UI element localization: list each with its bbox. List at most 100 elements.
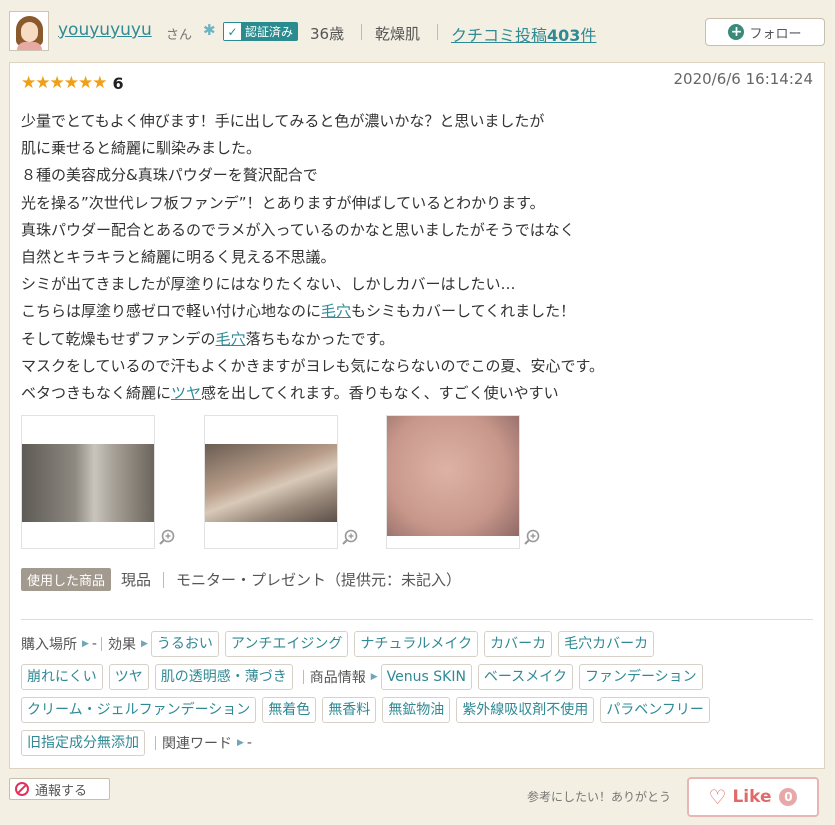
divider: [361, 24, 362, 40]
review-photo[interactable]: [386, 415, 520, 549]
text: 真珠パウダー配合とあるのでラメが入っているのかなと思いましたがそうではなく: [21, 220, 575, 239]
divider: [100, 637, 102, 651]
zoom-icon[interactable]: [341, 528, 359, 546]
review-line: 自然とキラキラと綺麗に明るく見える不思議。: [21, 244, 811, 271]
plus-icon: +: [728, 24, 745, 40]
review-count-suffix: 件: [580, 26, 597, 45]
effect-tag[interactable]: 肌の透明感・薄づき: [154, 664, 293, 690]
chevron-right-icon: ▶: [237, 738, 244, 748]
info-tag[interactable]: 無香料: [322, 697, 377, 723]
info-tag[interactable]: ファンデーション: [578, 664, 703, 690]
text: ８種の美容成分&真珠パウダーを贅沢配合で: [21, 166, 318, 185]
like-button[interactable]: ♡ Like 0: [687, 777, 819, 817]
used-product-label: 使用した商品: [21, 568, 112, 591]
star-icon: ★: [35, 73, 51, 93]
like-label: Like: [732, 787, 772, 807]
tag-row: 旧指定成分無添加 関連ワード ▶ -: [21, 730, 816, 756]
info-tag[interactable]: パラベンフリー: [600, 697, 710, 723]
keyword-link[interactable]: 毛穴: [216, 330, 246, 348]
check-icon: ✓: [224, 23, 241, 40]
star-icon: ★: [63, 73, 79, 93]
review-photo[interactable]: [204, 415, 338, 549]
effect-label: 効果: [107, 637, 136, 653]
text: シミが出てきましたが厚塗りにはなりたくない、しかしカバーはしたい…: [21, 275, 516, 294]
review-line: そして乾燥もせずファンデの毛穴落ちもなかったです。: [21, 326, 811, 353]
text: こちらは厚塗り感ゼロで軽い付け心地なのに: [21, 302, 322, 321]
snowflake-icon: ✱: [203, 21, 216, 39]
review-date: 2020/6/6 16:14:24: [673, 70, 813, 88]
honorific: さん: [166, 28, 193, 43]
product-type: 現品: [121, 571, 152, 589]
used-product: 使用した商品 現品 モニター・プレゼント（提供元：未記入）: [21, 568, 461, 591]
review-body: 少量でとてもよく伸びます！手に出してみると色が濃いかな？と思いましたが 肌に乗せ…: [21, 108, 811, 407]
username-link[interactable]: youyuyuyu: [58, 20, 152, 40]
info-tag[interactable]: ベースメイク: [477, 664, 573, 690]
product-source: モニター・プレゼント（提供元：未記入）: [176, 571, 462, 589]
star-icon: ★: [92, 73, 108, 93]
rating-number: 6: [112, 73, 124, 93]
info-tag[interactable]: 紫外線吸収剤不使用: [456, 697, 595, 723]
review-line: ベタつきもなく綺麗にツヤ感を出してくれます。香りもなく、すごく使いやすい: [21, 380, 811, 407]
review-line: マスクをしているので汗もよくかきますがヨレも気にならないのでこの夏、安心です。: [21, 353, 811, 380]
age: 36歳: [310, 25, 345, 43]
purchase-value: -: [91, 636, 97, 652]
text: マスクをしているので汗もよくかきますがヨレも気にならないのでこの夏、安心です。: [21, 356, 605, 375]
review-line: ８種の美容成分&真珠パウダーを贅沢配合で: [21, 162, 811, 189]
reviewer-header: youyuyuyu さん ✱ ✓ 認証済み 36歳 乾燥肌 クチコミ投稿403件…: [0, 0, 835, 62]
star-icon: ★: [49, 73, 65, 93]
effect-tag[interactable]: アンチエイジング: [224, 631, 349, 657]
info-tag[interactable]: 無鉱物油: [382, 697, 451, 723]
follow-button[interactable]: + フォロー: [705, 18, 825, 46]
divider: [155, 736, 156, 750]
review-photo[interactable]: [21, 415, 155, 549]
text: 自然とキラキラと綺麗に明るく見える不思議。: [21, 248, 336, 267]
tag-section: 購入場所 ▶ - 効果 ▶ うるおい アンチエイジング ナチュラルメイク カバー…: [21, 631, 816, 763]
tag-row: クリーム・ジェルファンデーション 無着色 無香料 無鉱物油 紫外線吸収剤不使用 …: [21, 697, 816, 723]
info-tag[interactable]: 旧指定成分無添加: [21, 730, 145, 756]
review-count-link[interactable]: クチコミ投稿403件: [451, 22, 596, 46]
verified-badge: ✓ 認証済み: [223, 22, 299, 41]
like-count: 0: [779, 788, 798, 806]
effect-tag[interactable]: カバーカ: [484, 631, 553, 657]
tag-row: 崩れにくい ツヤ 肌の透明感・薄づき 商品情報 ▶ Venus SKIN ベース…: [21, 664, 816, 690]
text: 肌に乗せると綺麗に馴染みました。: [21, 139, 262, 158]
purchase-label: 購入場所: [21, 637, 77, 653]
helpful-text: 参考にしたい！ありがとう: [527, 790, 672, 804]
info-tag[interactable]: 無着色: [262, 697, 317, 723]
effect-tag[interactable]: 毛穴カバーカ: [558, 631, 655, 657]
zoom-icon[interactable]: [158, 528, 176, 546]
report-button[interactable]: 通報する: [9, 778, 110, 800]
star-icon: ★: [78, 73, 94, 93]
effect-tag[interactable]: ツヤ: [108, 664, 149, 690]
review-line: シミが出てきましたが厚塗りにはなりたくない、しかしカバーはしたい…: [21, 271, 811, 298]
star-icon: ★: [21, 73, 37, 93]
effect-tag[interactable]: ナチュラルメイク: [354, 631, 479, 657]
review-line: 真珠パウダー配合とあるのでラメが入っているのかなと思いましたがそうではなく: [21, 217, 811, 244]
text: 感を出してくれます。香りもなく、すごく使いやすい: [201, 384, 559, 403]
review-line: 肌に乗せると綺麗に馴染みました。: [21, 135, 811, 162]
follow-label: フォロー: [749, 26, 802, 42]
heart-icon: ♡: [708, 785, 727, 809]
effect-tag[interactable]: うるおい: [150, 631, 219, 657]
rating-stars: ★ ★ ★ ★ ★ ★ 6: [21, 73, 124, 93]
info-tag[interactable]: Venus SKIN: [380, 664, 472, 690]
review-card: ★ ★ ★ ★ ★ ★ 6 2020/6/6 16:14:24 少量でとてもよく…: [9, 62, 825, 769]
effect-tag[interactable]: 崩れにくい: [21, 664, 103, 690]
related-label: 関連ワード: [162, 736, 232, 752]
text: 少量でとてもよく伸びます！手に出してみると色が濃いかな？と思いましたが: [21, 112, 545, 130]
text: 光を操る”次世代レフ板ファンデ”！とありますが伸ばしているとわかります。: [21, 193, 545, 212]
info-tag[interactable]: クリーム・ジェルファンデーション: [21, 697, 257, 723]
avatar[interactable]: [9, 11, 49, 51]
review-line: こちらは厚塗り感ゼロで軽い付け心地なのに毛穴もシミもカバーしてくれました！: [21, 298, 811, 325]
review-line: 光を操る”次世代レフ板ファンデ”！とありますが伸ばしているとわかります。: [21, 190, 811, 217]
report-label: 通報する: [35, 783, 88, 799]
keyword-link[interactable]: ツヤ: [171, 384, 201, 402]
review-line: 少量でとてもよく伸びます！手に出してみると色が濃いかな？と思いましたが: [21, 108, 811, 135]
skin-type: 乾燥肌: [375, 25, 421, 43]
keyword-link[interactable]: 毛穴: [321, 302, 351, 320]
divider: [21, 619, 813, 620]
chevron-right-icon: ▶: [82, 639, 89, 649]
tag-row: 購入場所 ▶ - 効果 ▶ うるおい アンチエイジング ナチュラルメイク カバー…: [21, 631, 816, 657]
divider: [437, 24, 438, 40]
zoom-icon[interactable]: [523, 528, 541, 546]
